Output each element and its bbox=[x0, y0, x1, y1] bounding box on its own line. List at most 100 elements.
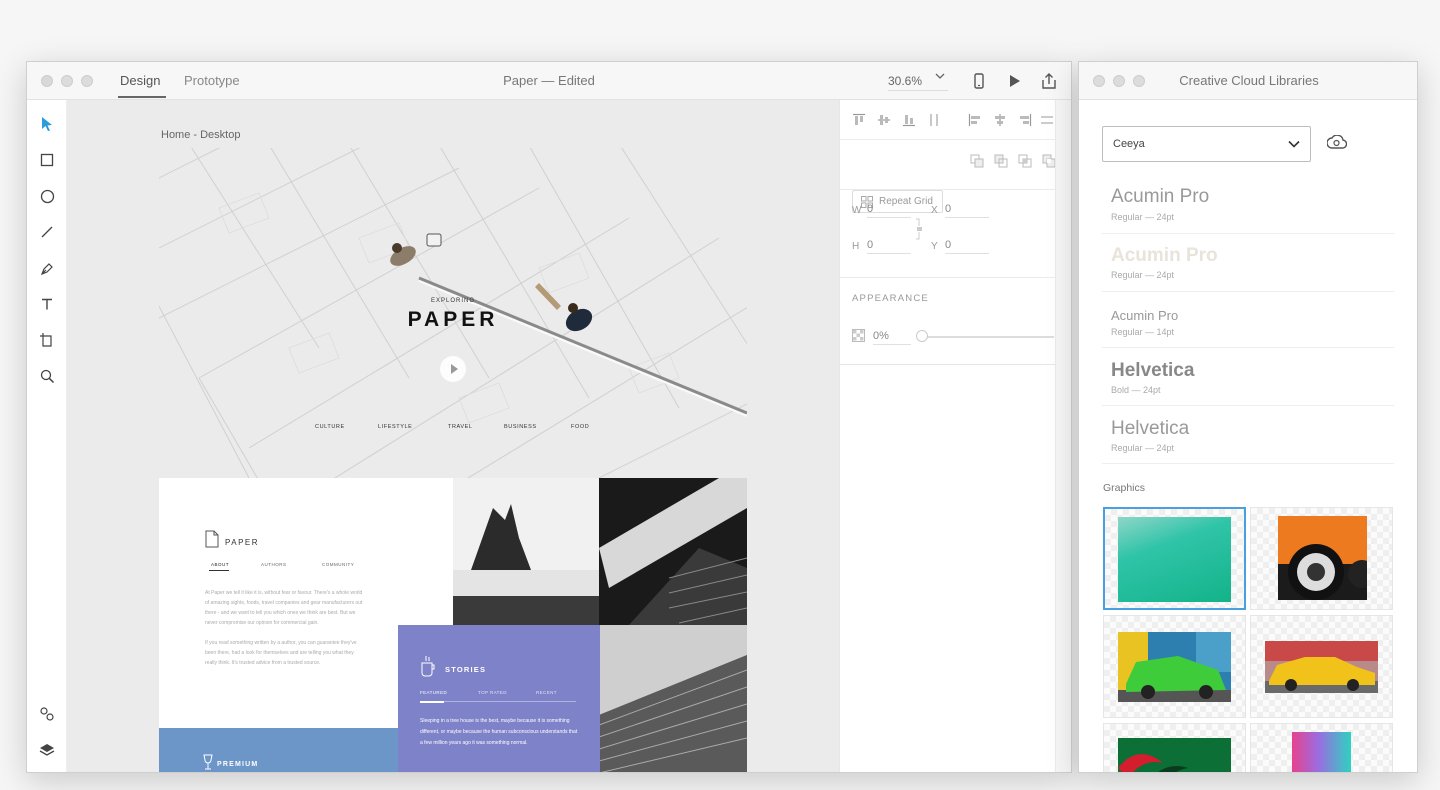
photo-sea-rock[interactable] bbox=[453, 478, 599, 625]
stories-tab-featured[interactable]: FEATURED bbox=[420, 690, 447, 695]
artboard-tool[interactable] bbox=[38, 331, 56, 349]
about-body: At Paper we tell it like it is, without … bbox=[205, 588, 365, 678]
font-meta: Regular — 24pt bbox=[1111, 270, 1175, 280]
font-name: Acumin Pro bbox=[1111, 308, 1179, 323]
y-field[interactable]: 0 bbox=[945, 239, 989, 254]
library-font-item[interactable]: Acumin Pro Regular — 14pt bbox=[1102, 292, 1394, 348]
align-center-icon[interactable] bbox=[993, 113, 1007, 127]
font-name: Acumin Pro bbox=[1111, 245, 1218, 266]
palm-thumbnail bbox=[1118, 738, 1231, 772]
chevron-down-icon[interactable] bbox=[935, 71, 945, 81]
line-icon bbox=[41, 226, 53, 238]
artboard-icon bbox=[40, 333, 52, 347]
library-font-item[interactable]: Acumin Pro Regular — 24pt bbox=[1102, 174, 1394, 234]
library-font-item[interactable]: Acumin Pro Regular — 24pt bbox=[1102, 234, 1394, 292]
title-bar: Design Prototype Paper — Edited 30.6% bbox=[27, 62, 1071, 100]
yellow-car-image bbox=[1265, 641, 1378, 693]
boolean-exclude-icon[interactable] bbox=[1042, 154, 1056, 168]
yellow-car-thumbnail bbox=[1265, 641, 1378, 693]
cc-libraries-window: Creative Cloud Libraries Ceeya Acumin Pr… bbox=[1078, 61, 1418, 773]
graphic-palm[interactable] bbox=[1103, 723, 1246, 772]
pointer-icon bbox=[42, 117, 52, 131]
ellipse-tool[interactable] bbox=[38, 187, 56, 205]
graphic-ocean[interactable] bbox=[1103, 507, 1246, 610]
symbols-tool[interactable] bbox=[38, 705, 56, 723]
stories-section[interactable]: STORIES FEATURED TOP RATED RECENT Sleepi… bbox=[398, 625, 600, 772]
graphic-neon-tunnel[interactable] bbox=[1250, 723, 1393, 772]
artboard-home-desktop[interactable]: EXPLORING PAPER CULTURE LIFESTYLE TRAVEL… bbox=[159, 148, 747, 772]
width-field[interactable]: 0 bbox=[867, 203, 911, 218]
align-bottom-icon[interactable] bbox=[902, 113, 916, 127]
library-font-item[interactable]: Helvetica Regular — 24pt bbox=[1102, 406, 1394, 464]
active-tab-indicator bbox=[118, 96, 166, 98]
library-title: Creative Cloud Libraries bbox=[1179, 73, 1319, 88]
width-label: W bbox=[852, 205, 862, 216]
stories-tab-top-rated[interactable]: TOP RATED bbox=[478, 690, 507, 695]
graphic-green-car[interactable] bbox=[1103, 615, 1246, 718]
library-font-item[interactable]: Helvetica Bold — 24pt bbox=[1102, 348, 1394, 406]
photo-building-grey[interactable] bbox=[599, 625, 747, 772]
grey-building-image bbox=[599, 625, 747, 772]
line-tool[interactable] bbox=[38, 223, 56, 241]
about-tab-community[interactable]: COMMUNITY bbox=[322, 562, 354, 567]
hero-nav-culture[interactable]: CULTURE bbox=[315, 424, 345, 430]
align-left-icon[interactable] bbox=[968, 113, 982, 127]
align-top-icon[interactable] bbox=[852, 113, 866, 127]
font-meta: Regular — 24pt bbox=[1111, 212, 1175, 222]
distribute-horizontal-icon[interactable] bbox=[1040, 113, 1054, 127]
graphic-wheel[interactable] bbox=[1250, 507, 1393, 610]
stories-tab-recent[interactable]: RECENT bbox=[536, 690, 557, 695]
distribute-vertical-icon[interactable] bbox=[927, 113, 941, 127]
opacity-icon bbox=[852, 329, 865, 342]
play-video-button[interactable] bbox=[440, 356, 466, 382]
green-car-thumbnail bbox=[1118, 632, 1231, 702]
property-inspector: Repeat Grid W 0 X 0 H 0 Y 0 APPEARANCE 0… bbox=[839, 100, 1056, 772]
library-selector-value: Ceeya bbox=[1113, 138, 1145, 150]
hero-nav-lifestyle[interactable]: LIFESTYLE bbox=[378, 424, 412, 430]
artboard-label[interactable]: Home - Desktop bbox=[161, 129, 240, 141]
about-tab-authors[interactable]: AUTHORS bbox=[261, 562, 287, 567]
opacity-slider-track[interactable] bbox=[920, 336, 1054, 338]
text-tool[interactable] bbox=[38, 295, 56, 313]
premium-section[interactable]: PREMIUM bbox=[159, 728, 398, 772]
graphic-yellow-car[interactable] bbox=[1250, 615, 1393, 718]
opacity-slider-handle[interactable] bbox=[916, 330, 928, 342]
hero-section[interactable]: EXPLORING PAPER CULTURE LIFESTYLE TRAVEL… bbox=[159, 148, 747, 478]
stories-title: STORIES bbox=[445, 665, 487, 674]
hero-nav-food[interactable]: FOOD bbox=[571, 424, 589, 430]
boolean-intersect-icon[interactable] bbox=[1018, 154, 1032, 168]
align-middle-icon[interactable] bbox=[877, 113, 891, 127]
x-field[interactable]: 0 bbox=[945, 203, 989, 218]
inspector-divider bbox=[840, 364, 1056, 365]
design-canvas[interactable]: Home - Desktop EXPLORING PAPER CULTURE L… bbox=[67, 100, 839, 772]
xd-main-window: Design Prototype Paper — Edited 30.6% Ho… bbox=[26, 61, 1072, 773]
hero-kicker: EXPLORING bbox=[430, 298, 475, 304]
layers-tool[interactable] bbox=[38, 741, 56, 759]
hero-nav-travel[interactable]: TRAVEL bbox=[448, 424, 473, 430]
library-selector[interactable]: Ceeya bbox=[1102, 126, 1311, 162]
zoom-tool[interactable] bbox=[38, 367, 56, 385]
rectangle-tool[interactable] bbox=[38, 151, 56, 169]
select-tool[interactable] bbox=[38, 115, 56, 133]
play-preview-icon[interactable] bbox=[1005, 72, 1023, 90]
premium-title: PREMIUM bbox=[217, 761, 259, 768]
creative-cloud-icon[interactable] bbox=[1327, 135, 1347, 151]
inspector-scrollbar[interactable] bbox=[1055, 100, 1071, 772]
lock-aspect-icon[interactable] bbox=[915, 218, 923, 240]
symbols-icon bbox=[40, 707, 54, 721]
about-paragraph: If you read something written by a autho… bbox=[205, 640, 357, 666]
hero-nav-business[interactable]: BUSINESS bbox=[504, 424, 537, 430]
photo-building-dark[interactable] bbox=[599, 478, 747, 625]
boolean-add-icon[interactable] bbox=[970, 154, 984, 168]
boolean-subtract-icon[interactable] bbox=[994, 154, 1008, 168]
pen-tool[interactable] bbox=[38, 259, 56, 277]
height-field[interactable]: 0 bbox=[867, 239, 911, 254]
about-tab-about[interactable]: ABOUT bbox=[211, 562, 229, 567]
align-right-icon[interactable] bbox=[1018, 113, 1032, 127]
stories-body: Sleeping in a tree house is the best, ma… bbox=[420, 718, 578, 746]
font-name: Helvetica bbox=[1111, 360, 1195, 381]
device-preview-icon[interactable] bbox=[970, 72, 988, 90]
opacity-field[interactable]: 0% bbox=[873, 330, 911, 345]
x-label: X bbox=[931, 205, 938, 216]
share-icon[interactable] bbox=[1040, 72, 1058, 90]
